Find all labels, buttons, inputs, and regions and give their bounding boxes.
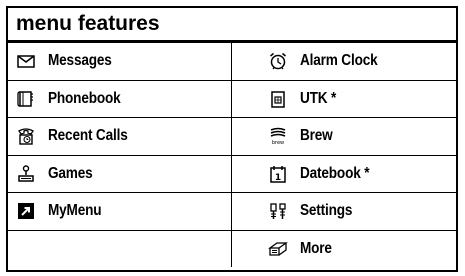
menu-item-label: Alarm Clock: [300, 52, 378, 70]
menu-item-label: Phonebook: [48, 89, 121, 107]
phonebook-icon: [16, 89, 36, 109]
menu-item-label: MyMenu: [48, 202, 102, 220]
menu-item-label: Messages: [48, 52, 112, 70]
menu-item-label: Settings: [300, 202, 353, 220]
menu-item-phonebook: Phonebook: [8, 80, 232, 117]
menu-features-table: menu features Messages Alarm Clock Phone…: [6, 6, 458, 272]
table-row: Phonebook UTK *: [8, 79, 456, 118]
table-row: Games 1 Datebook *: [8, 154, 456, 193]
menu-item-label: More: [300, 239, 332, 257]
menu-item-brew: brew Brew: [232, 118, 456, 155]
menu-item-messages: Messages: [8, 43, 232, 80]
more-folder-icon: [268, 239, 288, 259]
menu-item-label: UTK *: [300, 89, 337, 107]
empty-cell: [8, 230, 232, 267]
table-row: More: [8, 229, 456, 268]
menu-item-recent-calls: Recent Calls: [8, 118, 232, 155]
envelope-icon: [16, 51, 36, 71]
menu-item-utk: UTK *: [232, 81, 456, 118]
menu-item-mymenu: MyMenu: [8, 193, 232, 230]
recent-calls-icon: [16, 126, 36, 146]
brew-icon: brew: [268, 126, 288, 146]
shortcut-arrow-icon: [16, 201, 36, 221]
menu-item-label: Games: [48, 164, 93, 182]
table-row: Messages Alarm Clock: [8, 42, 456, 80]
menu-item-settings: Settings: [232, 193, 456, 230]
menu-item-datebook: 1 Datebook *: [232, 156, 456, 193]
menu-item-more: More: [232, 231, 456, 268]
sim-card-icon: [268, 89, 288, 109]
alarm-clock-icon: [268, 51, 288, 71]
table-row: Recent Calls brew Brew: [8, 117, 456, 155]
menu-item-label: Brew: [300, 127, 333, 145]
menu-item-label: Recent Calls: [48, 127, 128, 145]
svg-text:1: 1: [275, 173, 281, 183]
table-row: MyMenu Settings: [8, 192, 456, 230]
calendar-icon: 1: [268, 164, 288, 184]
menu-item-label: Datebook *: [300, 164, 370, 182]
table-title: menu features: [8, 8, 456, 42]
svg-text:brew: brew: [272, 140, 284, 146]
menu-item-games: Games: [8, 155, 232, 192]
menu-item-alarm-clock: Alarm Clock: [232, 43, 456, 80]
joystick-icon: [16, 164, 36, 184]
settings-icon: [268, 201, 288, 221]
